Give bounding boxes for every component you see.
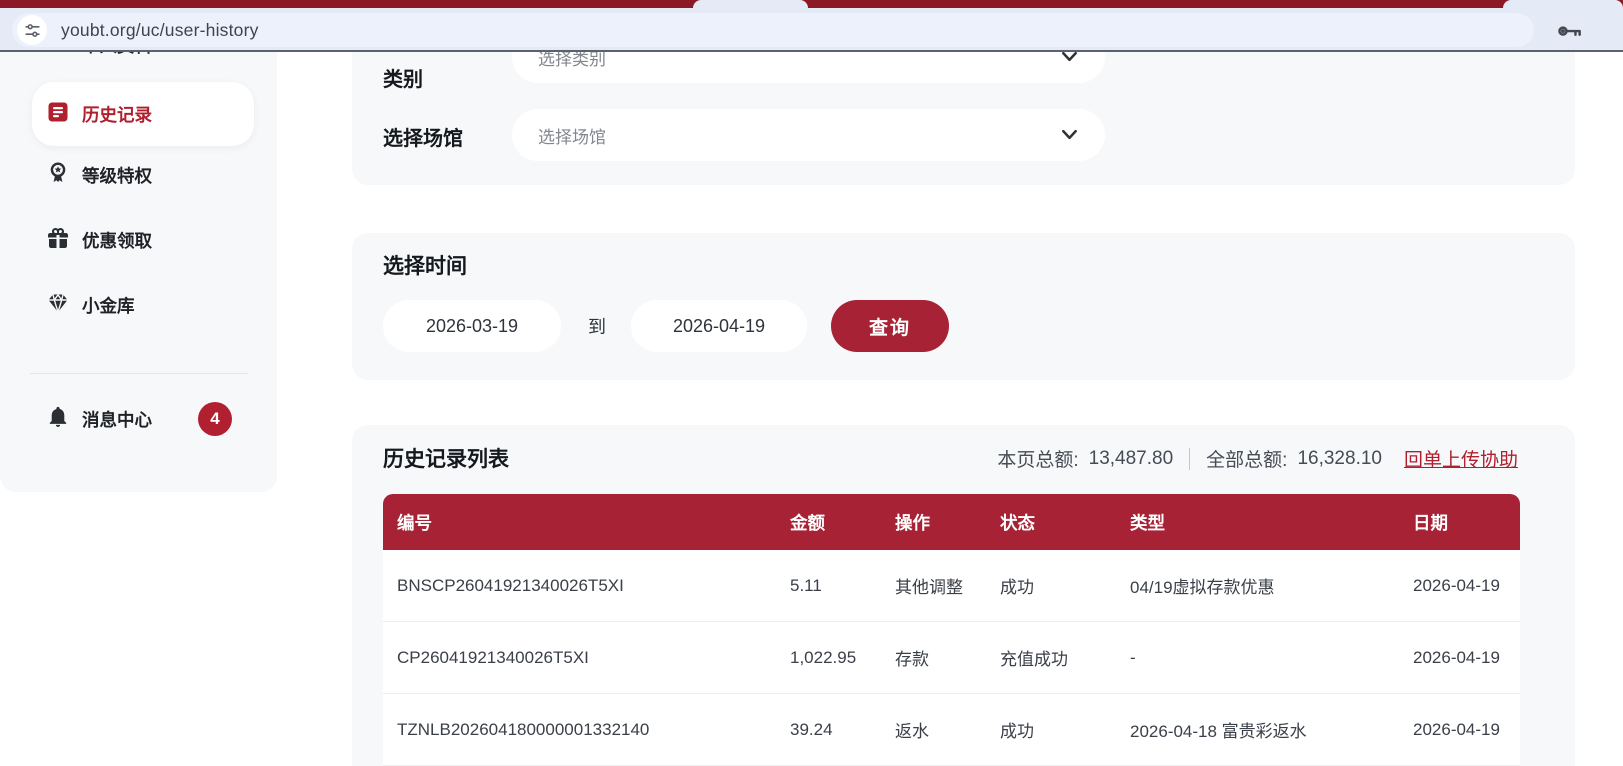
col-header-type: 类型 xyxy=(1130,512,1165,533)
sidebar-item-messages[interactable]: 消息中心 4 xyxy=(0,399,277,439)
category-label: 类别 xyxy=(383,69,423,91)
cell-id: TZNLB202604180000001332140 xyxy=(397,719,650,739)
cell-type: 2026-04-18 富贵彩返水 xyxy=(1130,722,1307,741)
venue-select[interactable]: 选择场馆 xyxy=(512,109,1105,161)
cell-date: 2026-04-19 xyxy=(1413,647,1500,667)
date-to-field[interactable]: 2026-04-19 xyxy=(631,300,807,352)
cell-status: 成功 xyxy=(1000,578,1034,597)
medal-icon xyxy=(46,161,70,190)
search-button[interactable]: 查询 xyxy=(831,300,949,352)
page-total-label: 本页总额: xyxy=(997,450,1079,471)
cell-amount: 5.11 xyxy=(790,575,822,595)
site-info-tune-icon[interactable] xyxy=(17,15,47,45)
all-total-label: 全部总额: xyxy=(1206,450,1288,471)
col-header-status: 状态 xyxy=(1000,512,1035,533)
cell-status: 成功 xyxy=(1000,722,1034,741)
col-header-amount: 金额 xyxy=(790,512,825,533)
sidebar-item-promotions[interactable]: 优惠领取 xyxy=(0,220,277,260)
sidebar-item-label: 消息中心 xyxy=(82,409,152,430)
chevron-down-icon xyxy=(1058,123,1081,151)
page-total-value: 13,487.80 xyxy=(1088,447,1174,469)
sidebar-item-label: 优惠领取 xyxy=(82,230,152,251)
browser-tab-hint xyxy=(1503,0,1623,8)
gift-icon xyxy=(46,226,70,255)
cell-id: BNSCP26041921340026T5XI xyxy=(397,575,624,595)
table-header-row: 编号 金额 操作 状态 类型 日期 xyxy=(383,494,1520,550)
cell-amount: 1,022.95 xyxy=(790,647,857,667)
sidebar-divider xyxy=(30,373,248,374)
cell-op: 返水 xyxy=(895,722,929,741)
url-text: youbt.org/uc/user-history xyxy=(61,19,259,40)
receipt-upload-link[interactable]: 回单上传协助 xyxy=(1404,445,1518,472)
table-row: TZNLB202604180000001332140 39.24 返水 成功 2… xyxy=(383,694,1520,766)
cell-type: - xyxy=(1130,647,1136,667)
totals-bar: 本页总额: 13,487.80 全部总额: 16,328.10 回单上传协助 xyxy=(997,445,1518,472)
table-row: CP26041921340026T5XI 1,022.95 存款 充值成功 - … xyxy=(383,622,1520,694)
history-table: 编号 金额 操作 状态 类型 日期 BNSCP26041921340026T5X… xyxy=(383,494,1520,766)
venue-label: 选择场馆 xyxy=(383,128,463,150)
browser-toolbar: youbt.org/uc/user-history xyxy=(0,8,1623,52)
browser-top-strip xyxy=(0,0,1623,8)
cell-op: 其他调整 xyxy=(895,578,963,597)
date-separator: 到 xyxy=(588,317,606,337)
cell-id: CP26041921340026T5XI xyxy=(397,647,589,667)
sidebar-item-vault[interactable]: 小金库 xyxy=(0,285,277,325)
sidebar-item-label: 等级特权 xyxy=(82,165,152,186)
history-list-icon xyxy=(46,100,70,129)
cell-op: 存款 xyxy=(895,650,929,669)
password-key-icon[interactable] xyxy=(1556,17,1583,49)
venue-placeholder: 选择场馆 xyxy=(538,127,606,147)
col-header-id: 编号 xyxy=(397,512,432,533)
all-total-value: 16,328.10 xyxy=(1297,447,1382,469)
gem-icon xyxy=(46,291,70,320)
sidebar-item-label: 历史记录 xyxy=(82,104,152,125)
sidebar: 个人资料 历史记录 等级特权 优惠领取 小金库 xyxy=(0,0,277,492)
table-row: BNSCP26041921340026T5XI 5.11 其他调整 成功 04/… xyxy=(383,550,1520,622)
bell-icon xyxy=(46,405,70,434)
sidebar-item-level[interactable]: 等级特权 xyxy=(0,155,277,195)
cell-date: 2026-04-19 xyxy=(1413,719,1500,739)
date-from-field[interactable]: 2026-03-19 xyxy=(383,300,561,352)
cell-amount: 39.24 xyxy=(790,719,833,739)
browser-tab-hint xyxy=(693,0,808,8)
cell-status: 充值成功 xyxy=(1000,650,1068,669)
totals-divider xyxy=(1189,447,1191,470)
time-filter-title: 选择时间 xyxy=(383,255,467,278)
sidebar-item-label: 小金库 xyxy=(82,295,135,316)
col-header-date: 日期 xyxy=(1413,512,1448,533)
cell-type: 04/19虚拟存款优惠 xyxy=(1130,578,1275,597)
cell-date: 2026-04-19 xyxy=(1413,575,1500,595)
message-count-badge: 4 xyxy=(198,402,232,436)
history-title: 历史记录列表 xyxy=(383,448,509,471)
screen: 类别 选择类别 选择场馆 选择场馆 选择时间 2026-03-19 到 2026… xyxy=(0,0,1623,766)
time-filter-card: 选择时间 2026-03-19 到 2026-04-19 查询 xyxy=(352,233,1575,380)
col-header-op: 操作 xyxy=(895,512,930,533)
sidebar-item-history[interactable]: 历史记录 xyxy=(32,82,254,146)
url-bar[interactable]: youbt.org/uc/user-history xyxy=(12,13,1534,47)
history-card: 历史记录列表 本页总额: 13,487.80 全部总额: 16,328.10 回… xyxy=(352,425,1575,766)
